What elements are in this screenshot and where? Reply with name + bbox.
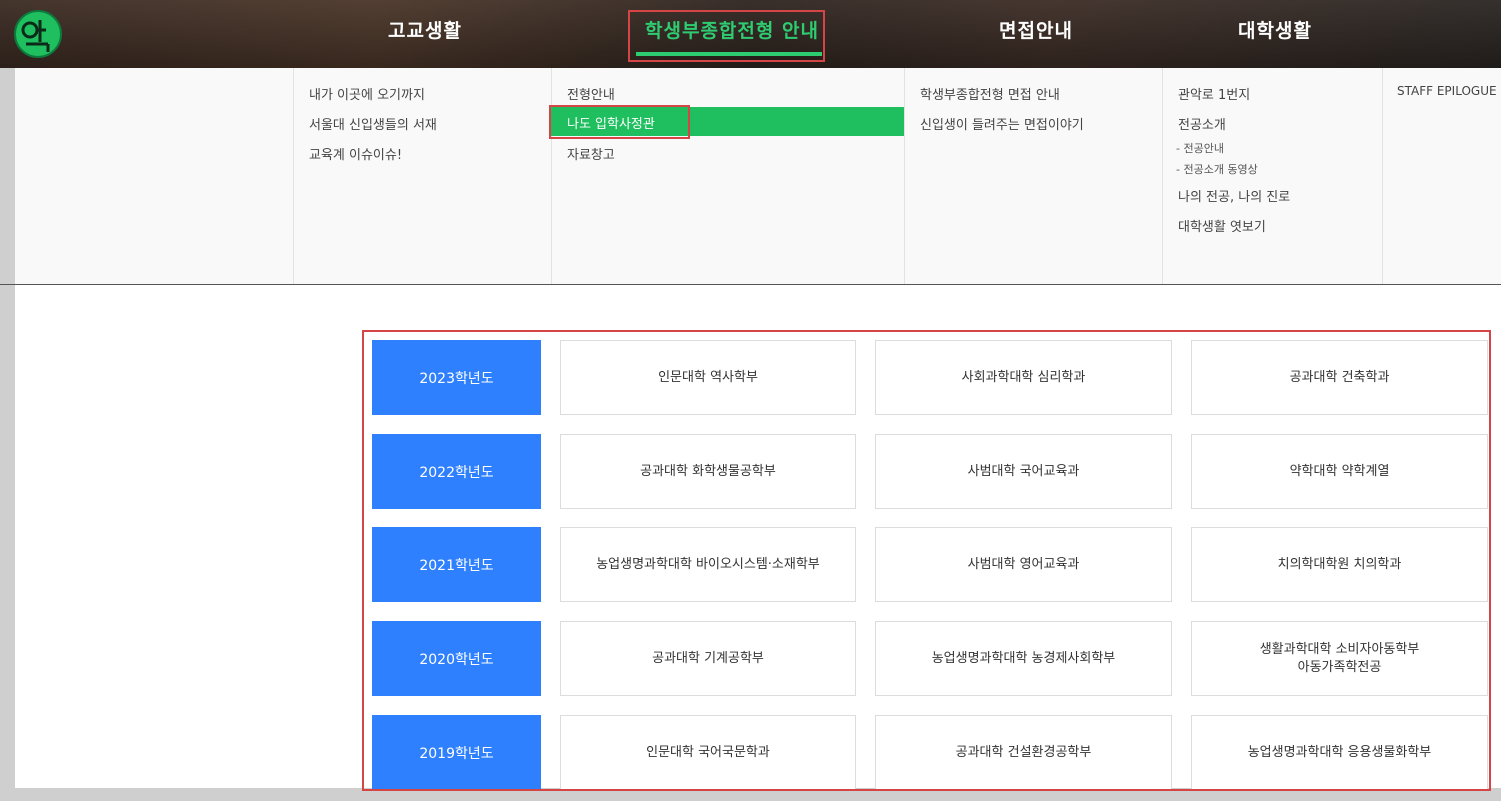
nav-item-high-school-life[interactable]: 고교생활 (388, 16, 462, 46)
content-highlight-box (362, 330, 1491, 791)
menu-link-freshman-library[interactable]: 서울대 신입생들의 서재 (309, 114, 437, 133)
mega-menu-dropdown (15, 68, 1501, 284)
nav-item-interview-guide[interactable]: 면접안내 (999, 16, 1073, 46)
menu-highlight-box (549, 105, 690, 139)
menu-sub-major-video[interactable]: - 전공소개 동영상 (1176, 161, 1258, 177)
nav-item-college-life[interactable]: 대학생활 (1238, 16, 1312, 46)
menu-link-college-life-peek[interactable]: 대학생활 엿보기 (1178, 216, 1266, 235)
menu-link-major-intro[interactable]: 전공소개 (1178, 114, 1226, 133)
menu-link-interview-guide[interactable]: 학생부종합전형 면접 안내 (920, 84, 1060, 103)
menu-link-gwanak-ro-1[interactable]: 관악로 1번지 (1178, 84, 1250, 103)
menu-link-staff-epilogue[interactable]: STAFF EPILOGUE (1397, 84, 1497, 98)
menu-link-data-archive[interactable]: 자료창고 (567, 144, 615, 163)
menu-link-my-major-my-path[interactable]: 나의 전공, 나의 진로 (1178, 186, 1290, 205)
menu-column-staff (1382, 68, 1501, 284)
nav-highlight-box (628, 10, 825, 62)
menu-link-education-issues[interactable]: 교육계 이슈이슈! (309, 144, 402, 163)
menu-sub-major-guide[interactable]: - 전공안내 (1176, 140, 1224, 156)
site-logo-icon[interactable] (12, 8, 64, 60)
menu-link-how-i-got-here[interactable]: 내가 이곳에 오기까지 (309, 84, 425, 103)
menu-link-admission-guide[interactable]: 전형안내 (567, 84, 615, 103)
menu-link-interview-stories[interactable]: 신입생이 들려주는 면접이야기 (920, 114, 1084, 133)
